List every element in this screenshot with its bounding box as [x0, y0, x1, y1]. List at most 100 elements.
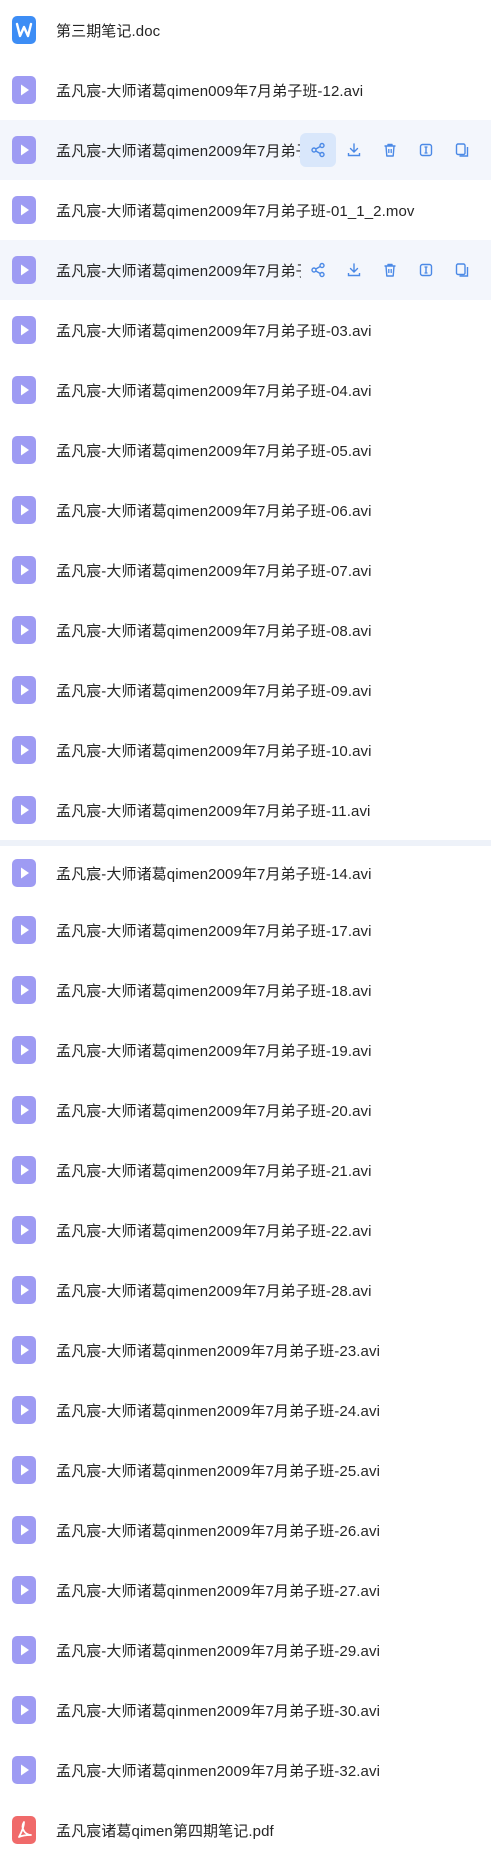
word-icon [10, 15, 38, 45]
delete-button[interactable] [372, 133, 408, 167]
file-row[interactable]: 孟凡宸-大师诸葛qinmen2009年7月弟子班-30.avi [0, 1680, 491, 1740]
video-icon [10, 1215, 38, 1245]
download-icon [346, 142, 362, 158]
video-icon [10, 1095, 38, 1125]
file-row[interactable]: 孟凡宸诸葛qimen第四期笔记.pdf [0, 1800, 491, 1860]
file-name[interactable]: 孟凡宸-大师诸葛qimen2009年7月弟子班-11.avi [56, 800, 370, 821]
file-name[interactable]: 孟凡宸诸葛qimen第四期笔记.pdf [56, 1820, 274, 1841]
file-list: 第三期笔记.doc 孟凡宸-大师诸葛qimen009年7月弟子班-12.avi 孟凡… [0, 0, 491, 1860]
video-icon [10, 1455, 38, 1485]
more-button[interactable] [480, 253, 491, 287]
video-icon [10, 255, 38, 285]
file-name[interactable]: 孟凡宸-大师诸葛qinmen2009年7月弟子班-26.avi [56, 1520, 380, 1541]
download-button[interactable] [336, 133, 372, 167]
file-name[interactable]: 孟凡宸-大师诸葛qimen2009年7月弟子班-20.avi [56, 1100, 372, 1121]
file-row[interactable]: 孟凡宸-大师诸葛qimen2009年7月弟子 [0, 240, 491, 300]
file-name[interactable]: 孟凡宸-大师诸葛qimen2009年7月弟子班-21.avi [56, 1160, 372, 1181]
video-icon [10, 75, 38, 105]
file-row[interactable]: 孟凡宸-大师诸葛qimen2009年7月弟子班-09.avi [0, 660, 491, 720]
file-row[interactable]: 孟凡宸-大师诸葛qimen2009年7月弟子班-10.avi [0, 720, 491, 780]
video-icon [10, 495, 38, 525]
file-row[interactable]: 孟凡宸-大师诸葛qimen2009年7月弟子班-20.avi [0, 1080, 491, 1140]
file-row[interactable]: 孟凡宸-大师诸葛qimen2009年7月弟子 [0, 120, 491, 180]
video-icon [10, 555, 38, 585]
file-name[interactable]: 孟凡宸-大师诸葛qimen009年7月弟子班-12.avi [56, 80, 363, 101]
file-row[interactable]: 孟凡宸-大师诸葛qimen2009年7月弟子班-19.avi [0, 1020, 491, 1080]
file-name[interactable]: 孟凡宸-大师诸葛qimen2009年7月弟子班-01_1_2.mov [56, 200, 415, 221]
file-name[interactable]: 孟凡宸-大师诸葛qinmen2009年7月弟子班-32.avi [56, 1760, 380, 1781]
file-name[interactable]: 孟凡宸-大师诸葛qimen2009年7月弟子班-09.avi [56, 680, 372, 701]
file-row[interactable]: 第三期笔记.doc [0, 0, 491, 60]
row-actions [300, 240, 491, 300]
video-icon [10, 795, 38, 825]
file-name[interactable]: 孟凡宸-大师诸葛qimen2009年7月弟子班-18.avi [56, 980, 372, 1001]
delete-icon [382, 262, 398, 278]
file-row[interactable]: 孟凡宸-大师诸葛qimen2009年7月弟子班-04.avi [0, 360, 491, 420]
video-icon [10, 1515, 38, 1545]
file-name[interactable]: 孟凡宸-大师诸葛qimen2009年7月弟子班-07.avi [56, 560, 372, 581]
file-name[interactable]: 孟凡宸-大师诸葛qimen2009年7月弟子 [56, 260, 301, 281]
video-icon [10, 135, 38, 165]
file-name[interactable]: 孟凡宸-大师诸葛qinmen2009年7月弟子班-29.avi [56, 1640, 380, 1661]
share-button[interactable] [300, 253, 336, 287]
share-icon [310, 142, 326, 158]
file-row[interactable]: 孟凡宸-大师诸葛qimen2009年7月弟子班-28.avi [0, 1260, 491, 1320]
delete-button[interactable] [372, 253, 408, 287]
video-icon [10, 1275, 38, 1305]
file-row[interactable]: 孟凡宸-大师诸葛qimen2009年7月弟子班-05.avi [0, 420, 491, 480]
video-icon [10, 735, 38, 765]
video-icon [10, 1395, 38, 1425]
file-name[interactable]: 孟凡宸-大师诸葛qimen2009年7月弟子 [56, 140, 301, 161]
video-icon [10, 975, 38, 1005]
file-name[interactable]: 孟凡宸-大师诸葛qimen2009年7月弟子班-28.avi [56, 1280, 372, 1301]
copy-icon [454, 142, 470, 158]
file-name[interactable]: 孟凡宸-大师诸葛qinmen2009年7月弟子班-25.avi [56, 1460, 380, 1481]
file-name[interactable]: 孟凡宸-大师诸葛qimen2009年7月弟子班-04.avi [56, 380, 372, 401]
file-row[interactable]: 孟凡宸-大师诸葛qimen2009年7月弟子班-08.avi [0, 600, 491, 660]
copy-button[interactable] [444, 253, 480, 287]
file-row[interactable]: 孟凡宸-大师诸葛qinmen2009年7月弟子班-27.avi [0, 1560, 491, 1620]
file-row[interactable]: 孟凡宸-大师诸葛qimen2009年7月弟子班-01_1_2.mov [0, 180, 491, 240]
file-name[interactable]: 孟凡宸-大师诸葛qimen2009年7月弟子班-05.avi [56, 440, 372, 461]
file-name[interactable]: 孟凡宸-大师诸葛qinmen2009年7月弟子班-23.avi [56, 1340, 380, 1361]
file-name[interactable]: 孟凡宸-大师诸葛qimen2009年7月弟子班-08.avi [56, 620, 372, 641]
file-name[interactable]: 孟凡宸-大师诸葛qimen2009年7月弟子班-10.avi [56, 740, 372, 761]
video-icon [10, 315, 38, 345]
rename-button[interactable] [408, 133, 444, 167]
share-button[interactable] [300, 133, 336, 167]
file-row[interactable]: 孟凡宸-大师诸葛qinmen2009年7月弟子班-23.avi [0, 1320, 491, 1380]
file-row[interactable]: 孟凡宸-大师诸葛qinmen2009年7月弟子班-29.avi [0, 1620, 491, 1680]
file-name[interactable]: 孟凡宸-大师诸葛qinmen2009年7月弟子班-24.avi [56, 1400, 380, 1421]
file-row[interactable]: 孟凡宸-大师诸葛qimen2009年7月弟子班-17.avi [0, 900, 491, 960]
file-name[interactable]: 孟凡宸-大师诸葛qimen2009年7月弟子班-17.avi [56, 920, 372, 941]
video-icon [10, 615, 38, 645]
file-name[interactable]: 孟凡宸-大师诸葛qimen2009年7月弟子班-03.avi [56, 320, 372, 341]
file-name[interactable]: 孟凡宸-大师诸葛qinmen2009年7月弟子班-30.avi [56, 1700, 380, 1721]
file-row[interactable]: 孟凡宸-大师诸葛qinmen2009年7月弟子班-32.avi [0, 1740, 491, 1800]
rename-button[interactable] [408, 253, 444, 287]
download-button[interactable] [336, 253, 372, 287]
file-row[interactable]: 孟凡宸-大师诸葛qimen2009年7月弟子班-03.avi [0, 300, 491, 360]
file-row[interactable]: 孟凡宸-大师诸葛qinmen2009年7月弟子班-25.avi [0, 1440, 491, 1500]
file-row[interactable]: 孟凡宸-大师诸葛qimen2009年7月弟子班-06.avi [0, 480, 491, 540]
file-name[interactable]: 孟凡宸-大师诸葛qinmen2009年7月弟子班-27.avi [56, 1580, 380, 1601]
video-icon [10, 675, 38, 705]
file-row[interactable]: 孟凡宸-大师诸葛qinmen2009年7月弟子班-26.avi [0, 1500, 491, 1560]
file-row[interactable]: 孟凡宸-大师诸葛qimen2009年7月弟子班-14.avi [0, 840, 491, 900]
file-name[interactable]: 孟凡宸-大师诸葛qimen2009年7月弟子班-14.avi [56, 863, 372, 884]
file-row[interactable]: 孟凡宸-大师诸葛qimen2009年7月弟子班-18.avi [0, 960, 491, 1020]
file-row[interactable]: 孟凡宸-大师诸葛qimen2009年7月弟子班-11.avi [0, 780, 491, 840]
file-name[interactable]: 孟凡宸-大师诸葛qimen2009年7月弟子班-19.avi [56, 1040, 372, 1061]
file-name[interactable]: 第三期笔记.doc [56, 20, 160, 41]
file-row[interactable]: 孟凡宸-大师诸葛qinmen2009年7月弟子班-24.avi [0, 1380, 491, 1440]
file-row[interactable]: 孟凡宸-大师诸葛qimen2009年7月弟子班-07.avi [0, 540, 491, 600]
file-row[interactable]: 孟凡宸-大师诸葛qimen2009年7月弟子班-22.avi [0, 1200, 491, 1260]
file-name[interactable]: 孟凡宸-大师诸葛qimen2009年7月弟子班-22.avi [56, 1220, 372, 1241]
copy-button[interactable] [444, 133, 480, 167]
video-icon [10, 1695, 38, 1725]
video-icon [10, 375, 38, 405]
more-button[interactable] [480, 133, 491, 167]
file-row[interactable]: 孟凡宸-大师诸葛qimen009年7月弟子班-12.avi [0, 60, 491, 120]
file-name[interactable]: 孟凡宸-大师诸葛qimen2009年7月弟子班-06.avi [56, 500, 372, 521]
file-row[interactable]: 孟凡宸-大师诸葛qimen2009年7月弟子班-21.avi [0, 1140, 491, 1200]
